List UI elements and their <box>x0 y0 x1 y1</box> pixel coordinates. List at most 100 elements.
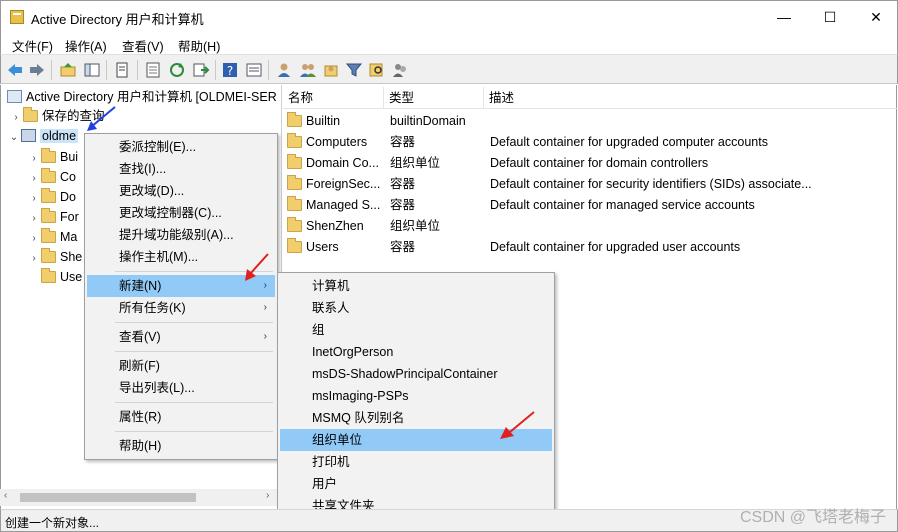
chevron-right-icon[interactable]: › <box>9 108 23 128</box>
list-row[interactable]: Domain Co... 组织单位 Default container for … <box>283 153 897 174</box>
row-name: Computers <box>306 135 368 149</box>
tree-item-label: Use <box>60 270 83 284</box>
submenu-item-computer[interactable]: 计算机 <box>280 275 552 297</box>
tree-item[interactable]: › Ma <box>27 227 77 247</box>
menu-action[interactable]: 操作(A) <box>65 36 107 55</box>
folder-icon <box>287 196 302 211</box>
find-icon[interactable] <box>368 61 386 79</box>
scroll-right-icon[interactable]: › <box>266 490 269 501</box>
menu-item-find[interactable]: 查找(I)... <box>87 158 275 180</box>
folder-up-icon[interactable] <box>59 61 77 79</box>
forward-icon[interactable] <box>28 61 46 79</box>
submenu-item-contact[interactable]: 联系人 <box>280 297 552 319</box>
submenu-item-group[interactable]: 组 <box>280 319 552 341</box>
chevron-down-icon[interactable]: ⌄ <box>7 128 21 148</box>
user-icon[interactable] <box>275 61 293 79</box>
menu-item-change-domain[interactable]: 更改域(D)... <box>87 180 275 202</box>
menu-item-refresh[interactable]: 刷新(F) <box>87 355 275 377</box>
folder-icon <box>41 248 56 263</box>
minimize-button[interactable]: — <box>761 1 807 33</box>
back-icon[interactable] <box>6 61 24 79</box>
tree-item[interactable]: › Do <box>27 187 76 207</box>
list-row[interactable]: Builtin builtinDomain <box>283 111 897 132</box>
submenu-arrow-icon: › <box>263 331 267 342</box>
row-description: Default container for domain controllers <box>490 156 709 170</box>
row-name: Managed S... <box>306 198 381 212</box>
copy-icon[interactable] <box>113 61 131 79</box>
scrollbar-thumb[interactable] <box>20 493 196 502</box>
chevron-right-icon[interactable]: › <box>27 189 41 209</box>
list-row[interactable]: ShenZhen 组织单位 <box>283 216 897 237</box>
help-icon[interactable]: ? <box>221 61 239 79</box>
tree-item-label: Bui <box>60 150 79 164</box>
row-description: Default container for upgraded computer … <box>490 135 768 149</box>
chevron-right-icon[interactable]: › <box>27 249 41 269</box>
add-group-icon[interactable] <box>322 61 340 79</box>
svg-text:?: ? <box>227 64 233 78</box>
menu-item-all-tasks[interactable]: 所有任务(K) › <box>87 297 275 319</box>
refresh-icon[interactable] <box>168 61 186 79</box>
menu-item-export-list[interactable]: 导出列表(L)... <box>87 377 275 399</box>
menu-item-properties[interactable]: 属性(R) <box>87 406 275 428</box>
row-name: ForeignSec... <box>306 177 381 191</box>
tree-root[interactable]: Active Directory 用户和计算机 [OLDMEI-SER <box>7 87 277 107</box>
submenu-item-shadow-principal[interactable]: msDS-ShadowPrincipalContainer <box>280 363 552 385</box>
menu-item-delegate-control[interactable]: 委派控制(E)... <box>87 136 275 158</box>
list-row[interactable]: Managed S... 容器 Default container for ma… <box>283 195 897 216</box>
details-icon[interactable] <box>245 61 263 79</box>
row-description: Default container for security identifie… <box>490 177 812 191</box>
tree-item[interactable]: › Co <box>27 167 76 187</box>
list-row[interactable]: Users 容器 Default container for upgraded … <box>283 237 897 258</box>
users-group-icon[interactable] <box>391 61 409 79</box>
tree-item[interactable]: › She <box>27 247 82 267</box>
chevron-right-icon[interactable]: › <box>27 209 41 229</box>
properties-icon[interactable] <box>144 61 162 79</box>
folder-icon <box>23 107 38 122</box>
submenu-item-inetorgperson[interactable]: InetOrgPerson <box>280 341 552 363</box>
folder-icon <box>41 268 56 283</box>
export-icon[interactable] <box>192 61 210 79</box>
list-row[interactable]: Computers 容器 Default container for upgra… <box>283 132 897 153</box>
menu-item-raise-level[interactable]: 提升域功能级别(A)... <box>87 224 275 246</box>
close-button[interactable]: ✕ <box>853 1 898 33</box>
folder-icon <box>41 148 56 163</box>
group-icon[interactable] <box>299 61 317 79</box>
chevron-right-icon[interactable]: › <box>27 149 41 169</box>
submenu-item-msimaging[interactable]: msImaging-PSPs <box>280 385 552 407</box>
menu-file[interactable]: 文件(F) <box>12 36 53 55</box>
menu-item-help[interactable]: 帮助(H) <box>87 435 275 457</box>
list-row[interactable]: ForeignSec... 容器 Default container for s… <box>283 174 897 195</box>
show-tree-icon[interactable] <box>83 61 101 79</box>
folder-icon <box>41 188 56 203</box>
menu-view[interactable]: 查看(V) <box>122 36 164 55</box>
scroll-left-icon[interactable]: ‹ <box>4 490 7 501</box>
filter-icon[interactable] <box>345 61 363 79</box>
submenu-arrow-icon: › <box>263 302 267 313</box>
tree-horizontal-scrollbar[interactable]: ‹ › <box>0 489 282 506</box>
tree-item-label: Do <box>60 190 76 204</box>
row-name: Domain Co... <box>306 156 379 170</box>
tree-domain[interactable]: ⌄ oldme <box>7 126 79 148</box>
tree-item[interactable]: › For <box>27 207 79 227</box>
tree-item[interactable]: Use <box>27 267 82 287</box>
app-icon <box>10 10 24 24</box>
tree-item[interactable]: › Bui <box>27 147 78 167</box>
chevron-right-icon[interactable]: › <box>27 169 41 189</box>
chevron-right-icon[interactable]: › <box>27 229 41 249</box>
menu-item-change-dc[interactable]: 更改域控制器(C)... <box>87 202 275 224</box>
window-title: Active Directory 用户和计算机 <box>31 12 204 27</box>
column-header-name[interactable]: 名称 <box>283 87 384 109</box>
row-description: Default container for managed service ac… <box>490 198 755 212</box>
column-header-description[interactable]: 描述 <box>484 87 897 109</box>
menu-item-view[interactable]: 查看(V) › <box>87 326 275 348</box>
menu-item-new-label: 新建(N) <box>119 279 162 293</box>
menu-item-all-tasks-label: 所有任务(K) <box>119 301 186 315</box>
folder-icon <box>41 168 56 183</box>
folder-icon <box>287 133 302 148</box>
menu-help[interactable]: 帮助(H) <box>178 36 220 55</box>
maximize-button[interactable]: ☐ <box>807 1 853 33</box>
submenu-item-printer[interactable]: 打印机 <box>280 451 552 473</box>
column-header-type[interactable]: 类型 <box>384 87 484 109</box>
submenu-item-user[interactable]: 用户 <box>280 473 552 495</box>
new-submenu: 计算机 联系人 组 InetOrgPerson msDS-ShadowPrinc… <box>277 272 555 519</box>
